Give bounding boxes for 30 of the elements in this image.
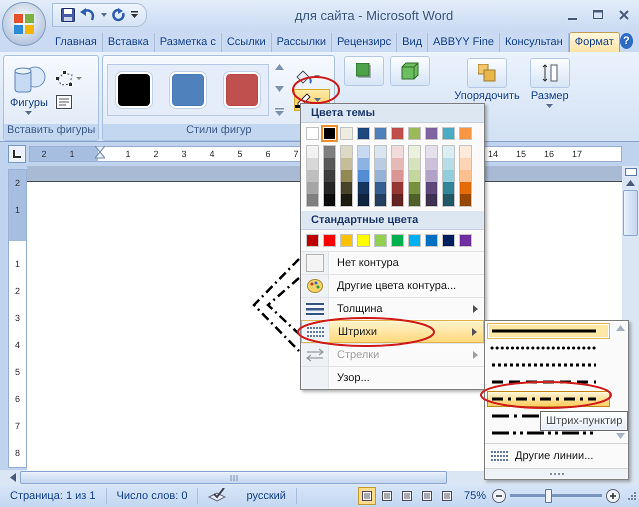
ruler-number: 6	[14, 393, 20, 406]
ruler-number: 2	[14, 177, 20, 190]
window-title: для сайта - Microsoft Word	[294, 8, 454, 22]
ruler-number: 2	[40, 149, 48, 159]
ruler-number: 6	[264, 149, 272, 159]
ruler-number: 14	[486, 149, 499, 159]
ruler-number: 1	[124, 149, 132, 159]
ruler-number: 2	[152, 149, 160, 159]
ruler-number: 2	[14, 285, 20, 298]
ruler-number: 3	[180, 149, 188, 159]
ruler-number: 4	[208, 149, 216, 159]
ruler-number: 7	[292, 149, 300, 159]
section-header: Стандартные цвета	[301, 211, 484, 230]
ruler-number: 5	[14, 366, 20, 379]
page-count: Страница: 1 из 1	[0, 488, 107, 504]
ruler-number: 7	[14, 420, 20, 433]
ruler-number: 8	[14, 447, 20, 460]
ruler-number: 1	[68, 149, 76, 159]
group-label: Вставить фигуры	[4, 124, 98, 140]
ruler-number: 1	[14, 258, 20, 271]
ruler-number: 16	[542, 149, 555, 159]
ruler-number: 15	[514, 149, 527, 159]
ruler-number: 17	[570, 149, 583, 159]
ruler-number: 5	[236, 149, 244, 159]
ruler-number: 1	[14, 204, 20, 217]
ruler-number: 3	[14, 312, 20, 325]
ruler-number: 4	[14, 339, 20, 352]
section-header: Цвета темы	[301, 104, 484, 123]
word-count: Число слов: 0	[106, 488, 198, 504]
tooltip: Штрих-пунктир	[540, 411, 628, 431]
